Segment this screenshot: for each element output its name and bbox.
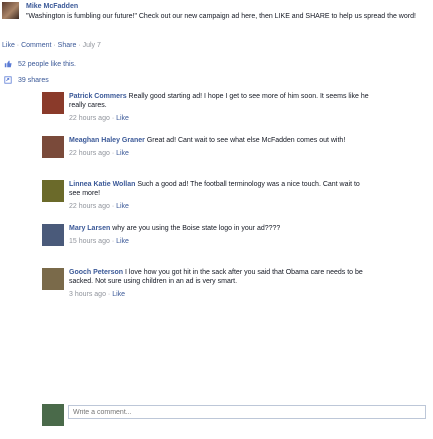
comment-link[interactable]: Comment <box>21 42 51 49</box>
comment-text: why are you using the Boise state logo i… <box>112 225 281 232</box>
comment-body: Patrick Commers Really good starting ad!… <box>69 92 369 123</box>
comment-time[interactable]: 22 hours ago <box>69 150 110 157</box>
comment-composer <box>42 404 432 426</box>
comment-body: Gooch Peterson I love how you got hit in… <box>69 268 369 299</box>
shares-row: 39 shares <box>2 74 427 86</box>
comment-like-link[interactable]: Like <box>116 238 129 245</box>
post-date[interactable]: July 7 <box>83 42 101 49</box>
comment: Mary Larsen why are you using the Boise … <box>42 224 382 256</box>
comment-like-link[interactable]: Like <box>116 203 129 210</box>
likes-count[interactable]: 52 people like this. <box>18 61 76 68</box>
share-icon <box>4 76 12 84</box>
comment-list: Patrick Commers Really good starting ad!… <box>42 92 382 312</box>
composer-avatar <box>42 404 64 426</box>
post-author-name[interactable]: Mike McFadden <box>26 3 426 10</box>
commenter-avatar[interactable] <box>42 180 64 202</box>
comment: Meaghan Haley Graner Great ad! Cant wait… <box>42 136 382 168</box>
comment-author[interactable]: Linnea Katie Wollan <box>69 181 135 188</box>
post-text: "Washington is fumbling our future!" Che… <box>26 13 416 20</box>
comment-input[interactable] <box>68 405 426 419</box>
comment-meta: 22 hours ago · Like <box>69 115 129 122</box>
comment-author[interactable]: Gooch Peterson <box>69 269 123 276</box>
comment-meta: 22 hours ago · Like <box>69 150 129 157</box>
comment-author[interactable]: Meaghan Haley Graner <box>69 137 145 144</box>
commenter-avatar[interactable] <box>42 92 64 114</box>
share-link[interactable]: Share <box>58 42 77 49</box>
comment-meta: 15 hours ago · Like <box>69 238 129 245</box>
comment-time[interactable]: 22 hours ago <box>69 203 110 210</box>
shares-count[interactable]: 39 shares <box>18 77 49 84</box>
comment-author[interactable]: Patrick Commers <box>69 93 127 100</box>
comment-meta: 3 hours ago · Like <box>69 291 126 298</box>
like-link[interactable]: Like <box>2 42 15 49</box>
comment-time[interactable]: 15 hours ago <box>69 238 110 245</box>
comment-text: Great ad! Cant wait to see what else McF… <box>146 137 346 144</box>
post-author-avatar[interactable] <box>2 2 19 19</box>
likes-row: 52 people like this. <box>2 58 427 70</box>
comment-like-link[interactable]: Like <box>112 291 125 298</box>
comment-body: Meaghan Haley Graner Great ad! Cant wait… <box>69 136 369 158</box>
comment-like-link[interactable]: Like <box>116 150 129 157</box>
comment-body: Mary Larsen why are you using the Boise … <box>69 224 369 246</box>
comment: Linnea Katie Wollan Such a good ad! The … <box>42 180 382 212</box>
comment-time[interactable]: 3 hours ago <box>69 291 106 298</box>
comment-body: Linnea Katie Wollan Such a good ad! The … <box>69 180 369 211</box>
comment: Patrick Commers Really good starting ad!… <box>42 92 382 124</box>
comment-author[interactable]: Mary Larsen <box>69 225 110 232</box>
post-actions: Like · Comment · Share · July 7 <box>2 42 101 49</box>
commenter-avatar[interactable] <box>42 224 64 246</box>
comment-like-link[interactable]: Like <box>116 115 129 122</box>
post-body: Mike McFadden "Washington is fumbling ou… <box>26 3 426 21</box>
commenter-avatar[interactable] <box>42 136 64 158</box>
commenter-avatar[interactable] <box>42 268 64 290</box>
comment-time[interactable]: 22 hours ago <box>69 115 110 122</box>
thumbs-up-icon <box>4 60 12 68</box>
comment-meta: 22 hours ago · Like <box>69 203 129 210</box>
comment: Gooch Peterson I love how you got hit in… <box>42 268 382 300</box>
